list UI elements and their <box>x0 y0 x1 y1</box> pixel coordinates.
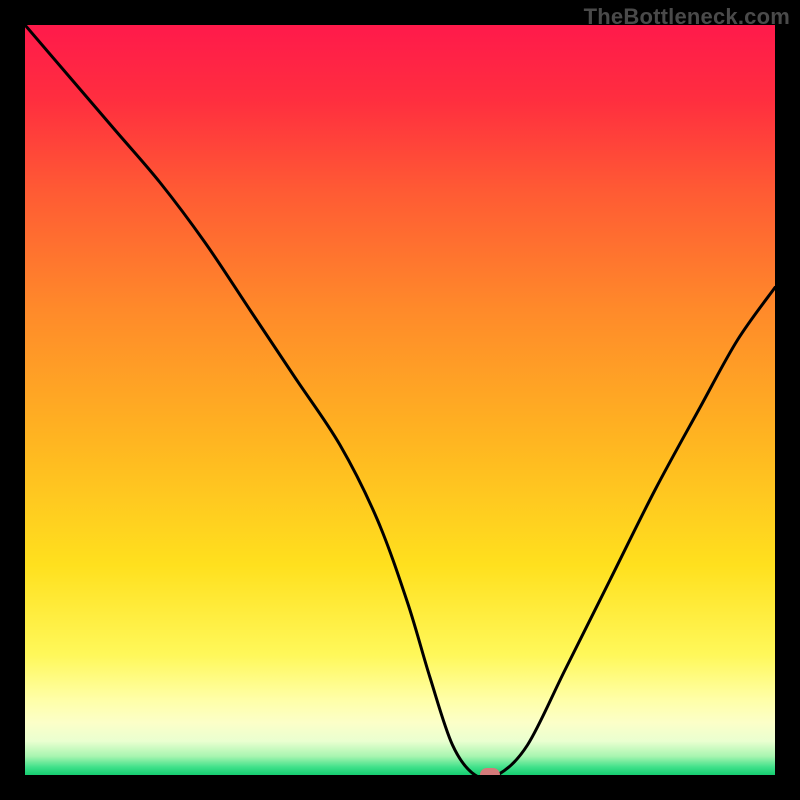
watermark-label: TheBottleneck.com <box>584 4 790 30</box>
chart-svg <box>25 25 775 775</box>
plot-area <box>25 25 775 775</box>
optimal-point-marker <box>480 768 500 775</box>
gradient-background <box>25 25 775 775</box>
chart-frame: TheBottleneck.com <box>0 0 800 800</box>
